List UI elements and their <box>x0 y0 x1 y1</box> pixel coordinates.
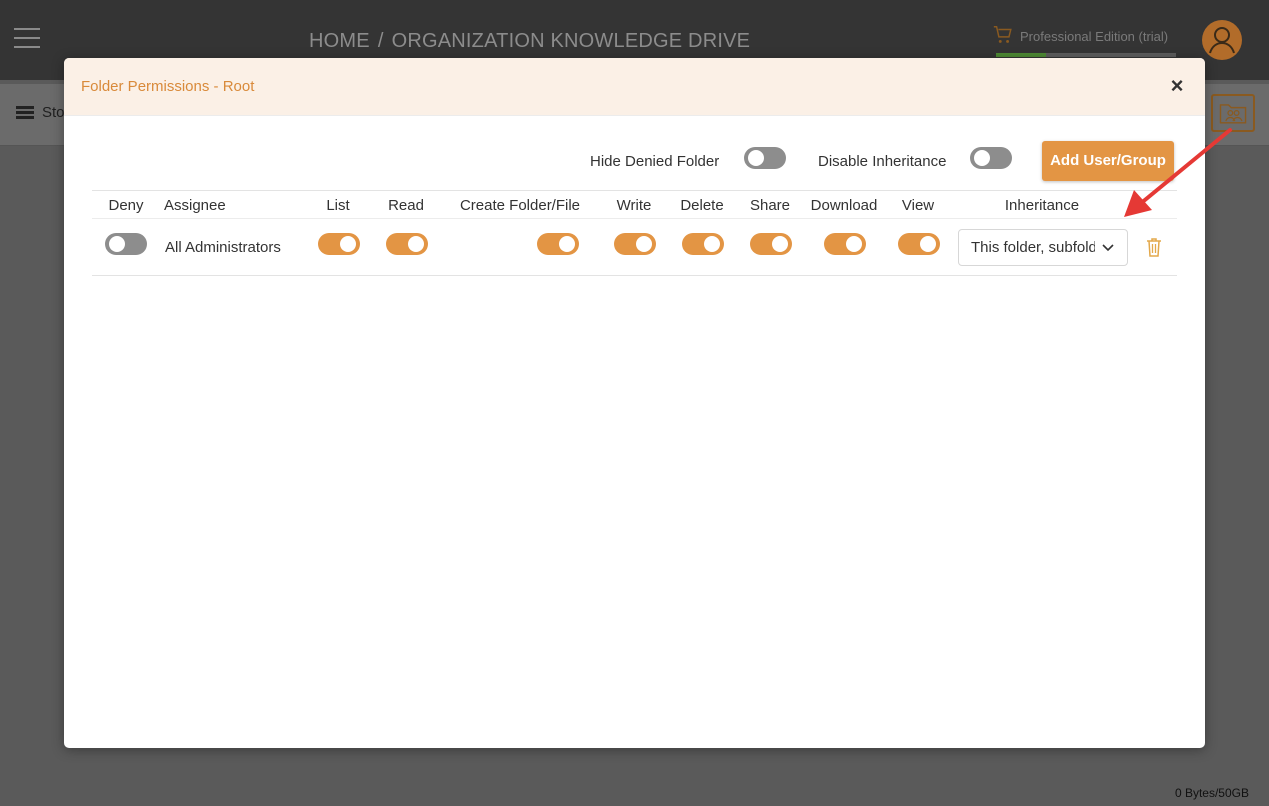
edition-label: Professional Edition (trial) <box>1020 29 1169 44</box>
user-avatar-icon[interactable] <box>1202 20 1242 60</box>
trash-icon[interactable] <box>1144 236 1164 258</box>
list-icon <box>16 105 34 120</box>
column-header-inheritance: Inheritance <box>1004 197 1080 214</box>
breadcrumb-home[interactable]: HOME <box>309 30 370 52</box>
inheritance-value: This folder, subfolders and files <box>971 239 1095 256</box>
dialog-header: Folder Permissions - Root × <box>64 58 1205 116</box>
column-header-deny: Deny <box>108 197 144 214</box>
add-user-group-button[interactable]: Add User/Group <box>1042 141 1174 181</box>
column-header-create: Create Folder/File <box>459 197 581 214</box>
download-toggle[interactable] <box>824 233 866 255</box>
column-header-assignee: Assignee <box>164 197 226 214</box>
disable-inheritance-toggle[interactable] <box>970 147 1012 169</box>
table-divider <box>92 275 1177 276</box>
cart-icon <box>993 26 1012 43</box>
table-divider <box>92 218 1177 219</box>
folder-permissions-dialog: Folder Permissions - Root × Hide Denied … <box>64 58 1205 748</box>
column-header-list: List <box>326 197 350 214</box>
create-toggle[interactable] <box>537 233 579 255</box>
edition-badge[interactable]: Professional Edition (trial) <box>992 24 1180 58</box>
folder-users-icon[interactable] <box>1211 94 1255 132</box>
menu-icon[interactable] <box>14 28 40 48</box>
inheritance-select[interactable]: This folder, subfolders and files <box>958 229 1128 266</box>
view-toggle[interactable] <box>898 233 940 255</box>
breadcrumb-separator: / <box>377 30 384 52</box>
breadcrumb: HOME / ORGANIZATION KNOWLEDGE DRIVE <box>309 30 750 53</box>
column-header-share: Share <box>749 197 791 214</box>
column-header-download: Download <box>810 197 878 214</box>
disable-inheritance-label: Disable Inheritance <box>818 153 947 170</box>
column-header-read: Read <box>388 197 424 214</box>
breadcrumb-current: ORGANIZATION KNOWLEDGE DRIVE <box>391 30 751 52</box>
delete-toggle[interactable] <box>682 233 724 255</box>
close-icon[interactable]: × <box>1167 75 1187 97</box>
hide-denied-toggle[interactable] <box>744 147 786 169</box>
store-button[interactable]: Sto <box>16 104 65 121</box>
list-toggle[interactable] <box>318 233 360 255</box>
storage-usage: 0 Bytes/50GB <box>1174 786 1249 800</box>
hide-denied-label: Hide Denied Folder <box>590 153 720 170</box>
store-label: Sto <box>42 104 65 121</box>
edition-progress-bar <box>996 53 1176 57</box>
table-divider <box>92 190 1177 191</box>
column-header-delete: Delete <box>680 197 724 214</box>
read-toggle[interactable] <box>386 233 428 255</box>
write-toggle[interactable] <box>614 233 656 255</box>
chevron-down-icon <box>1102 244 1114 252</box>
assignee-name: All Administrators <box>165 239 281 256</box>
column-header-view: View <box>901 197 935 214</box>
deny-toggle[interactable] <box>105 233 147 255</box>
share-toggle[interactable] <box>750 233 792 255</box>
column-header-write: Write <box>616 197 652 214</box>
dialog-title: Folder Permissions - Root <box>81 78 255 95</box>
